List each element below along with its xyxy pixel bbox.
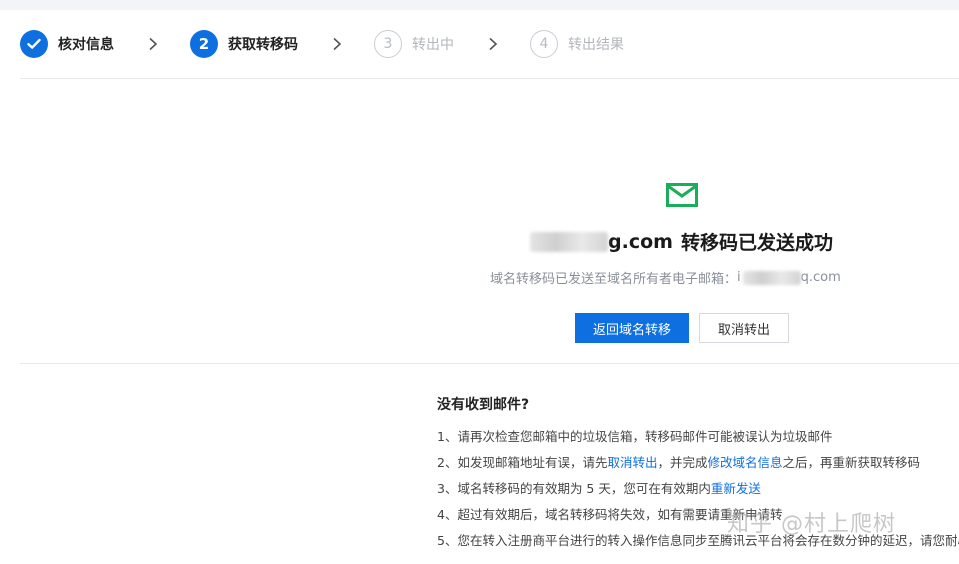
help-title: 没有收到邮件? — [437, 397, 530, 413]
step-indicator: 核对信息 2 获取转移码 3 转出中 4 转出结果 — [20, 24, 624, 64]
redacted-domain — [530, 231, 608, 252]
back-to-transfer-button[interactable]: 返回域名转移 — [575, 313, 689, 343]
chevron-right-icon — [146, 37, 160, 51]
top-strip — [0, 0, 959, 10]
domain-suffix: g.com — [608, 230, 673, 253]
check-icon — [20, 30, 48, 58]
step-number: 2 — [190, 30, 218, 58]
step-label: 核对信息 — [58, 37, 114, 53]
step-get-code: 2 获取转移码 — [190, 24, 298, 64]
email-suffix: q.com — [800, 270, 841, 285]
step-transferring: 3 转出中 — [374, 24, 454, 64]
modify-domain-info-link[interactable]: 修改域名信息 — [708, 455, 783, 470]
chevron-right-icon — [486, 37, 500, 51]
watermark: 知乎 @村上爬树 — [727, 512, 896, 537]
redacted-email — [742, 270, 801, 285]
success-title-text: 转移码已发送成功 — [680, 232, 833, 254]
step-label: 获取转移码 — [228, 37, 298, 53]
help-text: 1、请再次检查您邮箱中的垃圾信箱，转移码邮件可能被误认为垃圾邮件 — [437, 429, 833, 444]
email-prefix: i — [737, 270, 741, 285]
cancel-transfer-button[interactable]: 取消转出 — [699, 313, 789, 343]
step-label: 转出结果 — [568, 37, 624, 53]
list-item: 3、域名转移码的有效期为 5 天，您可在有效期内重新发送 — [437, 480, 959, 506]
subtitle-prefix: 域名转移码已发送至域名所有者电子邮箱： — [490, 272, 738, 287]
chevron-right-icon — [330, 37, 344, 51]
cancel-transfer-link[interactable]: 取消转出 — [607, 455, 657, 470]
help-text: 2、如发现邮箱地址有误，请先 — [437, 455, 608, 470]
divider — [20, 363, 959, 364]
step-number: 4 — [530, 30, 558, 58]
divider — [20, 78, 959, 79]
step-label: 转出中 — [412, 37, 454, 53]
help-text: ，并完成 — [657, 455, 708, 470]
resend-link[interactable]: 重新发送 — [711, 481, 761, 496]
mail-icon — [666, 183, 698, 207]
step-number: 3 — [374, 30, 402, 58]
list-item: 2、如发现邮箱地址有误，请先取消转出，并完成修改域名信息之后，再重新获取转移码 — [437, 454, 959, 480]
success-subtitle: 域名转移码已发送至域名所有者电子邮箱： i q.com — [490, 268, 841, 287]
help-text: 3、域名转移码的有效期为 5 天，您可在有效期内 — [437, 481, 711, 496]
list-item: 1、请再次检查您邮箱中的垃圾信箱，转移码邮件可能被误认为垃圾邮件 — [437, 428, 959, 454]
help-list: 1、请再次检查您邮箱中的垃圾信箱，转移码邮件可能被误认为垃圾邮件 2、如发现邮箱… — [437, 428, 959, 558]
step-verify-info: 核对信息 — [20, 24, 114, 64]
help-text: 之后，再重新获取转移码 — [782, 455, 921, 470]
success-title: g.com 转移码已发送成功 — [530, 228, 833, 255]
step-result: 4 转出结果 — [530, 24, 624, 64]
